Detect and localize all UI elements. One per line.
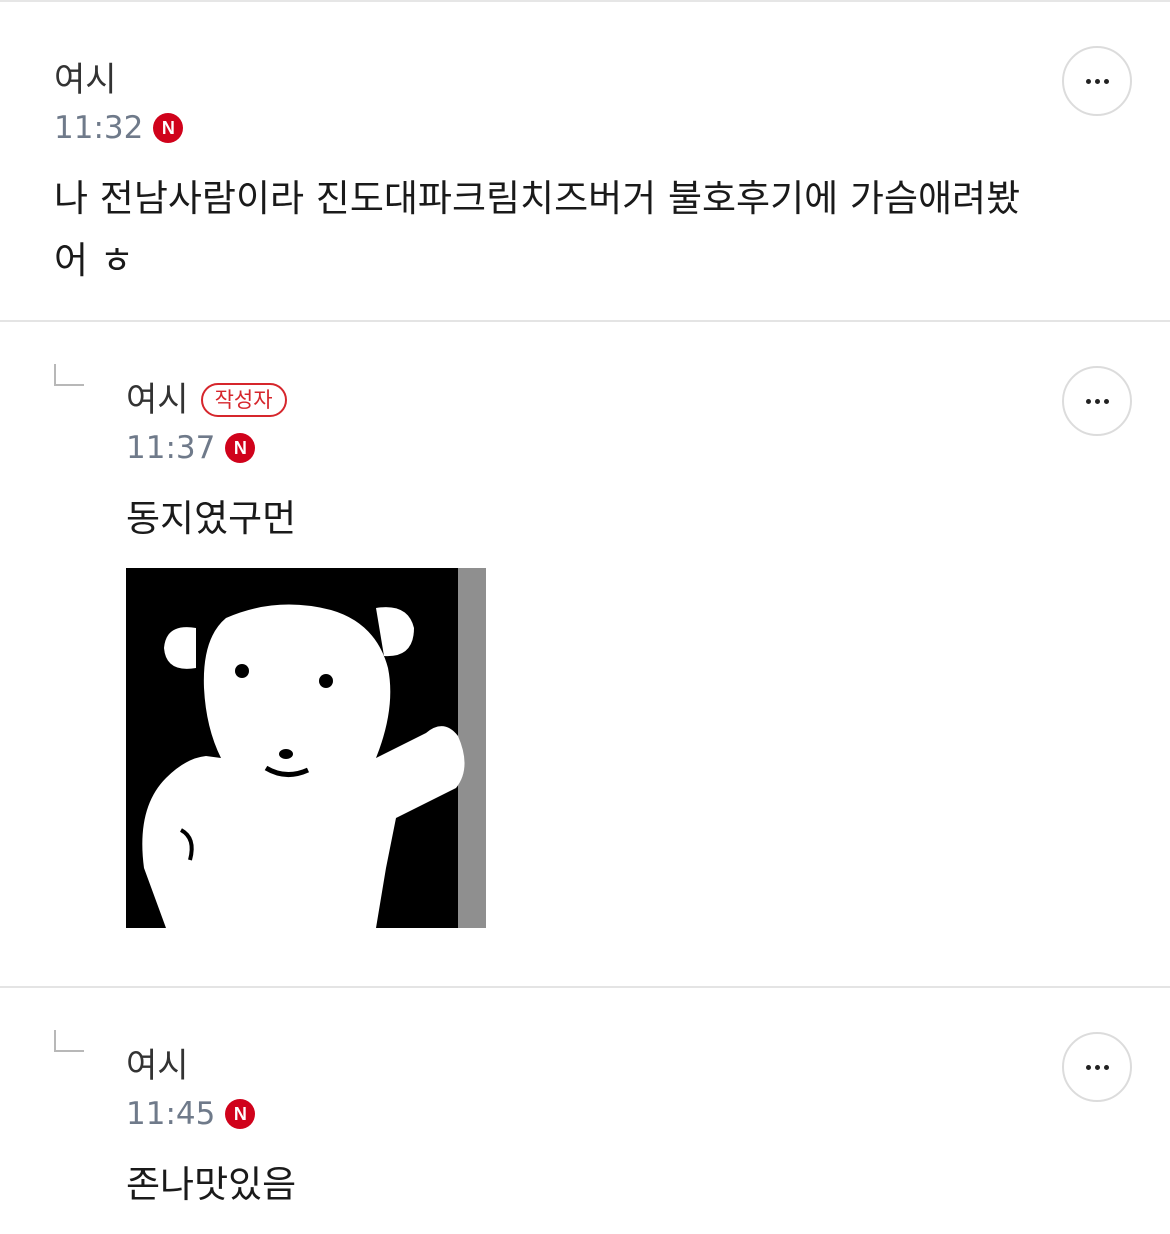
comment-text: 나 전남사람이라 진도대파크림치즈버거 불호후기에 가슴애려봤 어 ㅎ xyxy=(54,168,1020,292)
comment-author[interactable]: 여시 xyxy=(126,1042,189,1090)
new-badge-icon: N xyxy=(225,1099,256,1129)
comment-author[interactable]: 여시 xyxy=(54,56,117,104)
comment-meta: 11:37 N xyxy=(126,428,256,468)
comment-time: 11:37 xyxy=(126,430,216,466)
reply-comment-item: 여시 11:45 N 존나맛있음 xyxy=(0,988,1170,1234)
more-options-button[interactable] xyxy=(1062,1032,1132,1102)
comment-author-row: 여시 작성자 xyxy=(126,376,287,424)
comment-time: 11:45 xyxy=(126,1096,216,1132)
more-options-button[interactable] xyxy=(1062,46,1132,116)
comment-text: 동지였구먼 xyxy=(126,497,297,540)
comment-time: 11:32 xyxy=(54,110,144,146)
reply-arrow-icon xyxy=(54,1030,84,1052)
comment-item: 여시 11:32 N 나 전남사람이라 진도대파크림치즈버거 불호후기에 가슴애… xyxy=(0,2,1170,322)
comment-meta: 11:32 N xyxy=(54,108,184,148)
bear-sticker-image xyxy=(126,568,486,928)
comment-meta: 11:45 N xyxy=(126,1094,256,1134)
more-options-icon xyxy=(1085,1064,1109,1070)
comment-text-line: 나 전남사람이라 진도대파크림치즈버거 불호후기에 가슴애려봤 xyxy=(54,177,1021,220)
white-bear-sticker[interactable] xyxy=(126,568,486,928)
new-badge-icon: N xyxy=(153,113,184,143)
comment-author[interactable]: 여시 xyxy=(126,376,189,424)
new-badge-icon: N xyxy=(225,433,256,463)
more-options-icon xyxy=(1085,78,1109,84)
comment-text-line: 어 ㅎ xyxy=(54,239,134,282)
more-options-icon xyxy=(1085,398,1109,404)
more-options-button[interactable] xyxy=(1062,366,1132,436)
writer-badge: 작성자 xyxy=(200,383,287,417)
comment-author-row: 여시 xyxy=(126,1042,189,1090)
reply-arrow-icon xyxy=(54,364,84,386)
reply-comment-item: 여시 작성자 11:37 N 동지였구먼 xyxy=(0,322,1170,988)
comment-author-row: 여시 xyxy=(54,56,117,104)
comment-text: 존나맛있음 xyxy=(126,1163,297,1206)
